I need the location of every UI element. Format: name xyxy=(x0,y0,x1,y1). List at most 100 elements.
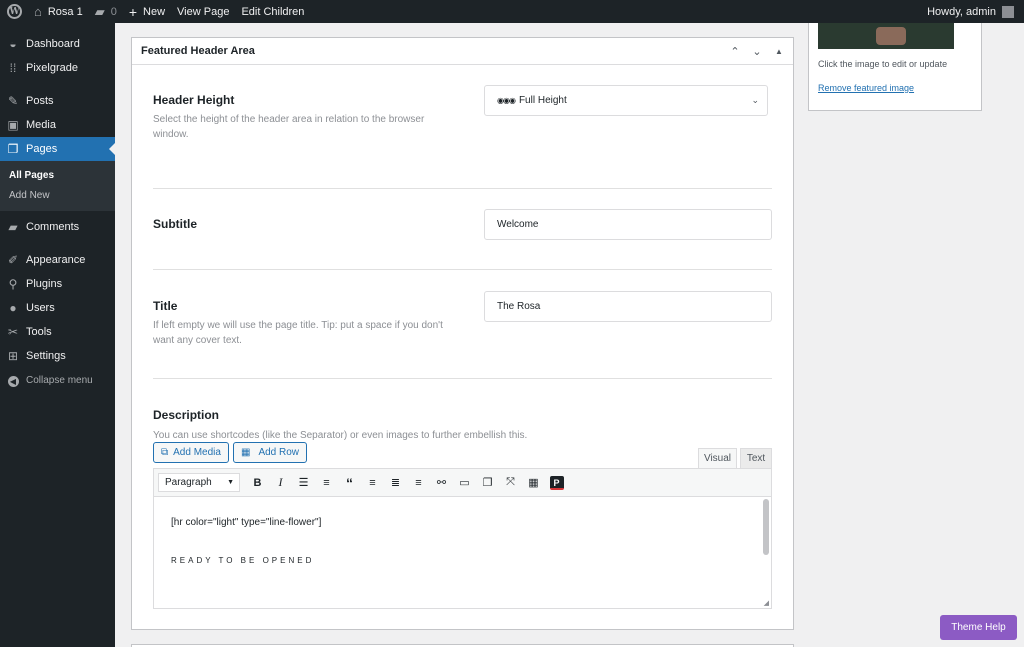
plug-icon: ⚲ xyxy=(8,277,18,291)
sidebar-item-label: Comments xyxy=(26,221,80,233)
pages-icon: ❐ xyxy=(7,142,19,156)
sidebar-item-posts[interactable]: ✎ Posts xyxy=(0,89,115,113)
sidebar-item-media[interactable]: ▣ Media xyxy=(0,113,115,137)
blockquote-icon[interactable]: “ xyxy=(338,473,361,492)
fullscreen-icon[interactable]: ⤧ xyxy=(499,473,522,492)
description-field: Description You can use shortcodes (like… xyxy=(153,408,772,443)
comments-link[interactable]: ▰ 0 xyxy=(89,0,123,23)
submenu-add-new[interactable]: Add New xyxy=(0,185,115,205)
divider xyxy=(153,378,772,379)
featured-image-detail xyxy=(876,27,906,45)
add-row-button[interactable]: ▦ Add Row xyxy=(233,442,308,463)
tab-text[interactable]: Text xyxy=(740,448,772,468)
featured-header-postbox: Featured Header Area ⌃ ⌄ ▲ Header Height… xyxy=(131,37,794,630)
move-down-icon[interactable]: ⌄ xyxy=(751,45,763,58)
media-icon: ⧉ xyxy=(161,447,169,458)
admin-sidebar: ◒ Dashboard ⁞⁞ Pixelgrade ✎ Posts ▣ Medi… xyxy=(0,23,115,647)
wordpress-logo-icon: W xyxy=(7,4,22,19)
bold-icon[interactable]: B xyxy=(246,473,269,492)
subtitle-input[interactable]: Welcome xyxy=(484,209,772,240)
resize-handle-icon[interactable]: ◢ xyxy=(764,599,769,607)
format-select[interactable]: Paragraph ▼ xyxy=(158,473,240,492)
header-height-description: Select the height of the header area in … xyxy=(153,114,425,140)
title-description: If left empty we will use the page title… xyxy=(153,320,443,346)
edit-children-link[interactable]: Edit Children xyxy=(235,0,310,23)
header-height-select[interactable]: ◉◉◉ Full Height ⌄ xyxy=(484,85,768,116)
sidebar-item-dashboard[interactable]: ◒ Dashboard xyxy=(0,32,115,56)
sidebar-item-comments[interactable]: ▰ Comments xyxy=(0,215,115,239)
editor-content-area[interactable]: [hr color="light" type="line-flower"] RE… xyxy=(153,497,772,609)
move-up-icon[interactable]: ⌃ xyxy=(729,45,741,58)
sidebar-item-plugins[interactable]: ⚲ Plugins xyxy=(0,272,115,296)
add-media-button[interactable]: ⧉ Add Media xyxy=(153,442,229,463)
numbered-list-icon[interactable]: ≡ xyxy=(315,473,338,492)
paste-icon[interactable]: ❐ xyxy=(476,473,499,492)
sidebar-item-label: Appearance xyxy=(26,254,86,266)
comments-count: 0 xyxy=(110,5,117,18)
sidebar-item-label: Media xyxy=(26,119,56,131)
link-icon[interactable]: ⚯ xyxy=(430,473,453,492)
divider xyxy=(153,269,772,270)
align-left-icon[interactable]: ≡ xyxy=(361,473,384,492)
sidebar-item-label: Settings xyxy=(26,350,66,362)
italic-icon[interactable]: I xyxy=(269,473,292,492)
sidebar-item-label: Pages xyxy=(26,143,58,155)
edit-children-label: Edit Children xyxy=(241,5,305,18)
sidebar-item-appearance[interactable]: ✐ Appearance xyxy=(0,248,115,272)
sidebar-item-pages[interactable]: ❐ Pages xyxy=(0,137,115,161)
sidebar-item-pixelgrade[interactable]: ⁞⁞ Pixelgrade xyxy=(0,56,115,80)
postbox-controls: ⌃ ⌄ ▲ xyxy=(729,45,793,58)
site-name-link[interactable]: ⌂ Rosa 1 xyxy=(28,0,89,23)
collapse-menu-button[interactable]: ◀ Collapse menu xyxy=(0,368,115,392)
bullet-list-icon[interactable]: ☰ xyxy=(292,473,315,492)
sidebar-item-users[interactable]: ● Users xyxy=(0,296,115,320)
caret-down-icon: ▼ xyxy=(227,479,234,486)
theme-help-button[interactable]: Theme Help xyxy=(940,615,1017,640)
grid-icon: ⁞⁞ xyxy=(9,61,17,75)
sidebar-item-label: Users xyxy=(26,302,55,314)
toggle-panel-icon[interactable]: ▲ xyxy=(773,47,785,56)
pin-icon: ✎ xyxy=(7,94,19,108)
sidebar-item-label: Tools xyxy=(26,326,52,338)
sidebar-item-label: Pixelgrade xyxy=(26,62,78,74)
postbox-title: Featured Header Area xyxy=(141,45,255,57)
settings-icon: ⊞ xyxy=(7,349,19,363)
read-more-icon[interactable]: ▭ xyxy=(453,473,476,492)
new-content-link[interactable]: + New xyxy=(123,0,171,23)
toolbar-toggle-icon[interactable]: ▦ xyxy=(522,473,545,492)
submenu-all-pages[interactable]: All Pages xyxy=(0,165,115,185)
remove-featured-image-link[interactable]: Remove featured image xyxy=(818,83,914,93)
view-page-label: View Page xyxy=(177,5,230,18)
site-name-label: Rosa 1 xyxy=(47,5,83,18)
description-label: Description xyxy=(153,408,220,422)
collapse-icon: ◀ xyxy=(0,373,26,387)
tab-visual[interactable]: Visual xyxy=(698,448,737,468)
height-dots-icon: ◉◉◉ xyxy=(497,96,516,105)
sidebar-item-settings[interactable]: ⊞ Settings xyxy=(0,344,115,368)
editor-scrollbar[interactable] xyxy=(763,499,769,555)
format-select-value: Paragraph xyxy=(165,477,212,488)
view-page-link[interactable]: View Page xyxy=(171,0,235,23)
title-input[interactable]: The Rosa xyxy=(484,291,772,322)
comment-bubble-icon: ▰ xyxy=(94,4,105,19)
editor-line: [hr color="light" type="line-flower"] xyxy=(171,517,322,528)
sidebar-item-tools[interactable]: ✂ Tools xyxy=(0,320,115,344)
featured-image-thumbnail[interactable] xyxy=(818,23,954,49)
user-icon: ● xyxy=(9,301,17,315)
wp-logo-menu[interactable]: W xyxy=(0,0,28,23)
divider xyxy=(153,188,772,189)
pixelgrade-shortcode-icon[interactable]: P xyxy=(545,473,568,492)
new-label: New xyxy=(143,5,166,18)
media-icon: ▣ xyxy=(7,118,19,132)
featured-image-panel: Click the image to edit or update Remove… xyxy=(808,23,982,111)
editor-toolbar: Paragraph ▼ B I ☰ ≡ “ ≡ ≣ ≡ ⚯ ▭ ❐ ⤧ ▦ P xyxy=(153,468,772,497)
my-account-menu[interactable]: Howdy, admin xyxy=(921,0,1024,23)
howdy-label: Howdy, admin xyxy=(927,5,996,18)
align-right-icon[interactable]: ≡ xyxy=(407,473,430,492)
align-center-icon[interactable]: ≣ xyxy=(384,473,407,492)
admin-bar: W ⌂ Rosa 1 ▰ 0 + New View Page Edit Chil… xyxy=(0,0,1024,23)
comment-icon: ▰ xyxy=(8,220,18,234)
chevron-down-icon: ⌄ xyxy=(751,95,759,105)
brush-icon: ✐ xyxy=(7,253,19,267)
wrench-icon: ✂ xyxy=(7,325,19,339)
